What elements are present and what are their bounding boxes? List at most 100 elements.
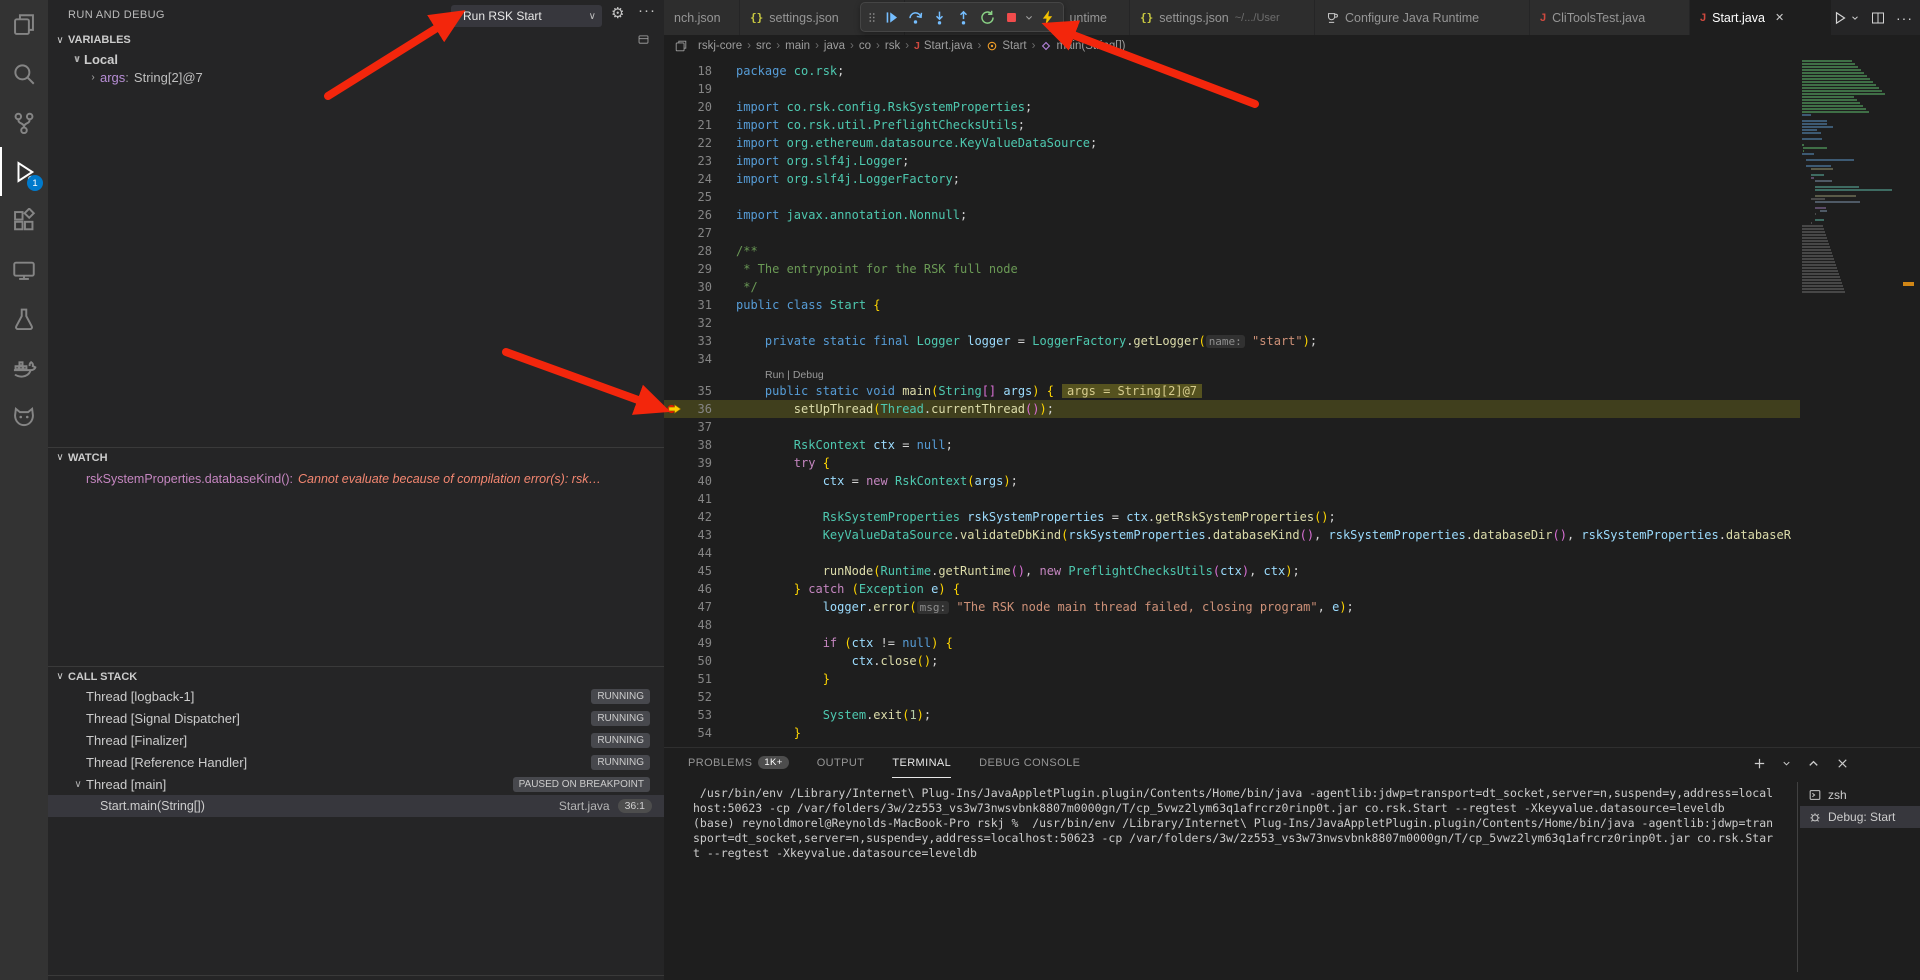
breadcrumb-item[interactable]: rsk <box>885 40 900 52</box>
thread-row[interactable]: Thread [logback-1] RUNNING <box>48 685 664 707</box>
panel-tab-debug-console[interactable]: DEBUG CONSOLE <box>979 748 1080 778</box>
section-header-call-stack[interactable]: ∨ CALL STACK <box>48 666 664 686</box>
tab-settings-json[interactable]: {}settings.json~/.../User <box>1130 0 1315 35</box>
activity-animal-icon[interactable] <box>0 392 48 441</box>
gutter[interactable] <box>664 724 684 742</box>
tab-start-java[interactable]: JStart.java✕ <box>1690 0 1832 35</box>
terminal-session-debug-start[interactable]: Debug: Start <box>1800 806 1920 828</box>
tab-configure-java-runtime[interactable]: Configure Java Runtime <box>1315 0 1530 35</box>
stop-icon[interactable] <box>999 4 1023 30</box>
minimap[interactable] <box>1800 56 1898 747</box>
gutter[interactable] <box>664 436 684 454</box>
more-editor-actions-icon[interactable]: ··· <box>1896 10 1913 26</box>
variables-scope-local[interactable]: ∨ Local <box>48 50 664 68</box>
editor-stack-icon[interactable] <box>674 39 688 53</box>
gutter[interactable] <box>664 652 684 670</box>
breadcrumb-file[interactable]: Start.java <box>924 40 973 52</box>
gutter[interactable] <box>664 296 684 314</box>
gutter[interactable] <box>664 526 684 544</box>
breadcrumb-item[interactable]: co <box>859 40 871 52</box>
step-into-icon[interactable] <box>927 4 951 30</box>
gutter[interactable] <box>664 472 684 490</box>
variable-row[interactable]: › args: String[2]@7 <box>48 68 664 86</box>
panel-tab-problems[interactable]: PROBLEMS1K+ <box>688 748 789 778</box>
chevron-down-icon[interactable]: ∨ <box>589 11 596 22</box>
breadcrumb-item[interactable]: java <box>824 40 845 52</box>
gutter[interactable] <box>664 580 684 598</box>
watch-row[interactable]: rskSystemProperties.databaseKind(): Cann… <box>48 470 664 488</box>
gutter[interactable] <box>664 598 684 616</box>
gutter[interactable] <box>664 152 684 170</box>
run-config-dropdown[interactable]: Run RSK Start ∨ <box>451 5 602 27</box>
overview-ruler[interactable] <box>1898 56 1920 747</box>
gutter[interactable] <box>664 116 684 134</box>
gutter[interactable] <box>664 382 684 400</box>
hot-code-replace-icon[interactable] <box>1035 4 1059 30</box>
gutter[interactable] <box>664 616 684 634</box>
restart-icon[interactable] <box>975 4 999 30</box>
stack-frame-row[interactable]: Start.main(String[]) Start.java 36:1 <box>48 795 664 817</box>
view-mode-icon[interactable] <box>637 33 650 49</box>
gutter[interactable] <box>664 134 684 152</box>
gutter[interactable] <box>664 544 684 562</box>
gutter[interactable] <box>664 260 684 278</box>
gutter[interactable] <box>664 278 684 296</box>
run-java-button[interactable] <box>1832 10 1860 26</box>
gutter[interactable] <box>664 670 684 688</box>
activity-docker-icon[interactable] <box>0 343 48 392</box>
step-out-icon[interactable] <box>951 4 975 30</box>
codelens-run-debug[interactable]: Run | Debug <box>664 368 1800 382</box>
thread-row[interactable]: Thread [Reference Handler] RUNNING <box>48 751 664 773</box>
section-header-watch[interactable]: ∨ WATCH <box>48 447 664 467</box>
new-terminal-icon[interactable] <box>1752 756 1767 771</box>
step-over-icon[interactable] <box>903 4 927 30</box>
panel-tab-output[interactable]: OUTPUT <box>817 748 865 778</box>
gutter[interactable] <box>664 98 684 116</box>
activity-extensions-icon[interactable] <box>0 196 48 245</box>
terminal-dropdown-icon[interactable] <box>1781 756 1792 771</box>
close-panel-icon[interactable] <box>1835 756 1850 771</box>
continue-icon[interactable] <box>879 4 903 30</box>
activity-debug-icon[interactable]: 1 <box>0 147 48 196</box>
gutter[interactable] <box>664 242 684 260</box>
breakpoint-current-line-icon[interactable] <box>664 400 684 418</box>
gutter[interactable] <box>664 80 684 98</box>
gutter[interactable] <box>664 508 684 526</box>
gutter[interactable] <box>664 224 684 242</box>
thread-row[interactable]: Thread [Signal Dispatcher] RUNNING <box>48 707 664 729</box>
gutter[interactable] <box>664 170 684 188</box>
close-icon[interactable]: ✕ <box>1775 11 1784 24</box>
code-area[interactable]: 18package co.rsk;1920import co.rsk.confi… <box>664 56 1800 747</box>
terminal-session-zsh[interactable]: zsh <box>1800 784 1920 806</box>
gutter[interactable] <box>664 706 684 724</box>
stop-menu-icon[interactable] <box>1023 4 1035 30</box>
breadcrumb-symbol[interactable]: main(String[]) <box>1056 40 1125 52</box>
gutter[interactable] <box>664 418 684 436</box>
gutter[interactable] <box>664 454 684 472</box>
tab-nch-json[interactable]: nch.json <box>664 0 740 35</box>
gutter[interactable] <box>664 688 684 706</box>
gutter[interactable] <box>664 634 684 652</box>
gutter[interactable] <box>664 350 684 368</box>
thread-row[interactable]: ∨Thread [main] PAUSED ON BREAKPOINT <box>48 773 664 795</box>
gear-icon[interactable]: ⚙ <box>611 4 624 22</box>
activity-search-icon[interactable] <box>0 49 48 98</box>
activity-remote-icon[interactable] <box>0 245 48 294</box>
activity-files-icon[interactable] <box>0 0 48 49</box>
gutter[interactable] <box>664 314 684 332</box>
gutter[interactable] <box>664 490 684 508</box>
breadcrumb-symbol[interactable]: Start <box>1002 40 1026 52</box>
gutter[interactable] <box>664 562 684 580</box>
breadcrumb-item[interactable]: rskj-core <box>698 40 742 52</box>
gutter[interactable] <box>664 188 684 206</box>
panel-tab-terminal[interactable]: TERMINAL <box>892 748 951 778</box>
gutter[interactable] <box>664 62 684 80</box>
more-actions-icon[interactable]: ··· <box>638 2 656 19</box>
run-config-label[interactable]: Run RSK Start <box>463 9 589 23</box>
activity-beaker-icon[interactable] <box>0 294 48 343</box>
split-editor-icon[interactable] <box>1870 10 1886 26</box>
gutter[interactable] <box>664 332 684 350</box>
terminal-output[interactable]: /usr/bin/env /Library/Internet\ Plug-Ins… <box>693 786 1794 974</box>
tab-clitoolstest-java[interactable]: JCliToolsTest.java <box>1530 0 1690 35</box>
drag-handle-icon[interactable] <box>865 4 879 30</box>
